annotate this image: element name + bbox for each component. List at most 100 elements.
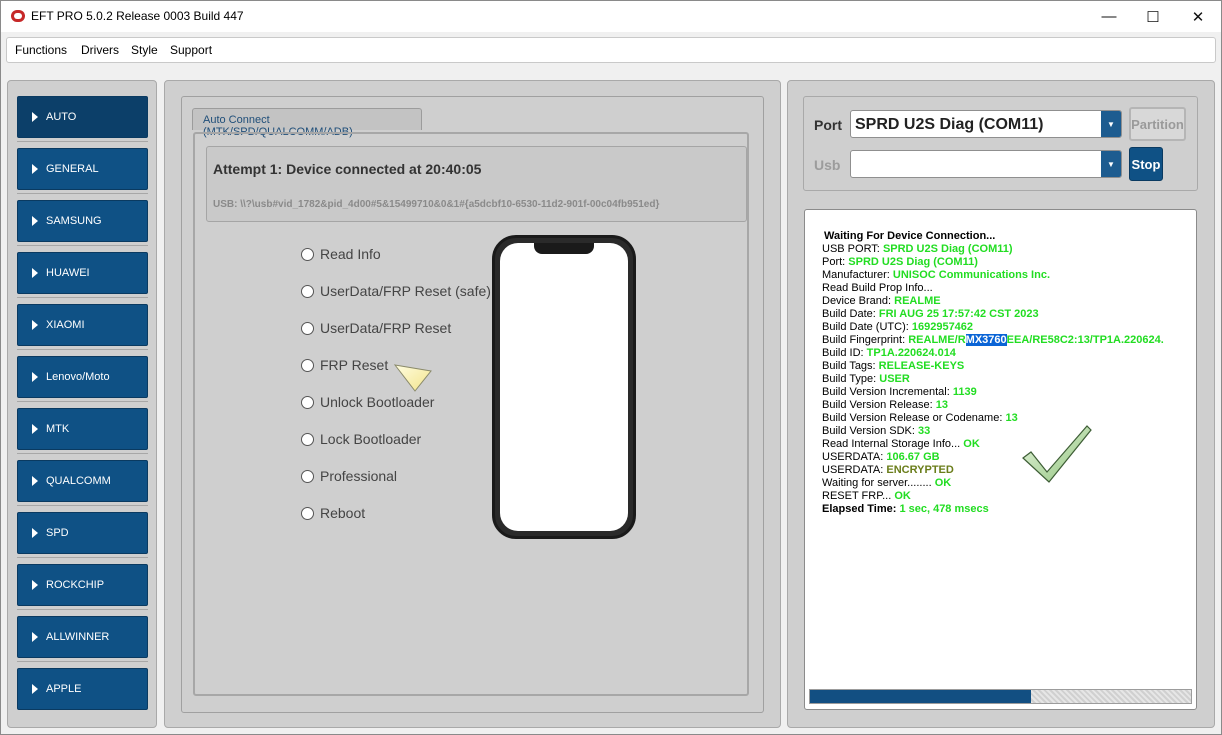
sidebar-item-apple[interactable]: APPLE [17, 668, 148, 710]
option-reboot[interactable]: Reboot [301, 505, 365, 521]
sidebar-item-samsung[interactable]: SAMSUNG [17, 200, 148, 242]
log-label: Build Date (UTC): [822, 321, 912, 333]
sidebar-item-auto[interactable]: AUTO [17, 96, 148, 138]
radio-button[interactable] [301, 469, 314, 483]
log-line: Build Date: FRI AUG 25 17:57:42 CST 2023 [822, 308, 1039, 320]
radio-button[interactable] [301, 395, 314, 409]
option-userdata-frp-reset-safe[interactable]: UserData/FRP Reset (safe) [301, 283, 491, 299]
log-line: Build Date (UTC): 1692957462 [822, 321, 973, 333]
log-label: Build ID: [822, 347, 867, 359]
sidebar-item-label: MTK [46, 423, 70, 435]
port-select[interactable]: SPRD U2S Diag (COM11) ▼ [850, 110, 1122, 138]
log-value: FRI AUG 25 17:57:42 CST 2023 [878, 308, 1039, 320]
log-label: USERDATA: [822, 464, 887, 476]
log-value: 1139 [952, 386, 977, 398]
play-arrow-icon [32, 320, 38, 330]
maximize-button[interactable]: ☐ [1130, 1, 1176, 32]
close-button[interactable]: ✕ [1175, 1, 1221, 32]
sidebar-item-rockchip[interactable]: ROCKCHIP [17, 564, 148, 606]
option-professional[interactable]: Professional [301, 468, 397, 484]
chevron-down-icon[interactable]: ▼ [1101, 151, 1121, 177]
log-label: Build Tags: [822, 360, 879, 372]
log-value: REALME [894, 295, 941, 307]
sidebar-item-qualcomm[interactable]: QUALCOMM [17, 460, 148, 502]
tab-auto-connect[interactable]: Auto Connect (MTK/SPD/QUALCOMM/ADB) [192, 108, 422, 138]
radio-button[interactable] [301, 284, 314, 298]
log-line: Build ID: TP1A.220624.014 [822, 347, 956, 359]
menu-support[interactable]: Support [170, 43, 212, 57]
sidebar-item-label: XIAOMI [46, 319, 85, 331]
partition-button[interactable]: Partition [1129, 107, 1186, 141]
log-label: Build Version Release: [822, 399, 936, 411]
menu-functions[interactable]: Functions [15, 43, 67, 57]
log-value: TP1A.220624.014 [866, 347, 956, 359]
sidebar-item-allwinner[interactable]: ALLWINNER [17, 616, 148, 658]
sidebar-item-label: APPLE [46, 683, 82, 695]
log-line: USERDATA: 106.67 GB [822, 451, 940, 463]
log-value: ENCRYPTED [886, 464, 954, 476]
log-label: Build Date: [822, 308, 879, 320]
log-line: Build Version SDK: 33 [822, 425, 930, 437]
play-arrow-icon [32, 112, 38, 122]
log-value: 1 sec, 478 msecs [899, 503, 989, 515]
play-arrow-icon [32, 424, 38, 434]
option-frp-reset[interactable]: FRP Reset [301, 357, 388, 373]
radio-button[interactable] [301, 358, 314, 372]
log-line: USB PORT: SPRD U2S Diag (COM11) [822, 243, 1013, 255]
port-label: Port [814, 117, 842, 133]
play-arrow-icon [32, 528, 38, 538]
radio-button[interactable] [301, 432, 314, 446]
sidebar-item-label: AUTO [46, 111, 77, 123]
log-line: Waiting For Device Connection... [824, 230, 995, 242]
connection-status-box: Attempt 1: Device connected at 20:40:05 … [206, 146, 747, 222]
option-lock-bootloader[interactable]: Lock Bootloader [301, 431, 421, 447]
log-line: Device Brand: REALME [822, 295, 941, 307]
log-value: 33 [918, 425, 931, 437]
play-arrow-icon [32, 216, 38, 226]
log-line: Waiting for server........ OK [822, 477, 951, 489]
log-selection: MX3760 [965, 334, 1007, 346]
log-label: Waiting for server........ [822, 477, 935, 489]
menu-style[interactable]: Style [131, 43, 158, 57]
radio-button[interactable] [301, 321, 314, 335]
radio-button[interactable] [301, 506, 314, 520]
stop-button[interactable]: Stop [1129, 147, 1163, 181]
log-label: RESET FRP... [822, 490, 895, 502]
log-output: Waiting For Device Connection... USB POR… [804, 209, 1197, 710]
sidebar-item-label: Lenovo/Moto [46, 371, 110, 383]
radio-button[interactable] [301, 247, 314, 261]
play-arrow-icon [32, 372, 38, 382]
divider [17, 141, 148, 142]
phone-illustration [492, 235, 636, 539]
option-userdata-frp-reset[interactable]: UserData/FRP Reset [301, 320, 451, 336]
play-arrow-icon [32, 684, 38, 694]
progress-fill [810, 690, 1031, 703]
option-label: UserData/FRP Reset (safe) [320, 283, 491, 299]
log-label: Build Version Incremental: [822, 386, 953, 398]
sidebar-item-label: GENERAL [46, 163, 99, 175]
sidebar-item-label: HUAWEI [46, 267, 90, 279]
option-read-info[interactable]: Read Info [301, 246, 381, 262]
sidebar-item-label: ROCKCHIP [46, 579, 105, 591]
sidebar-item-mtk[interactable]: MTK [17, 408, 148, 450]
play-arrow-icon [32, 632, 38, 642]
minimize-button[interactable]: — [1086, 1, 1132, 32]
sidebar-item-general[interactable]: GENERAL [17, 148, 148, 190]
option-label: FRP Reset [320, 357, 389, 373]
sidebar-item-lenovo-moto[interactable]: Lenovo/Moto [17, 356, 148, 398]
option-label: Read Info [320, 246, 381, 262]
usb-select[interactable]: ▼ [850, 150, 1122, 178]
menu-drivers[interactable]: Drivers [81, 43, 119, 57]
log-value: USER [879, 373, 910, 385]
log-value: 13 [935, 399, 948, 411]
sidebar-item-xiaomi[interactable]: XIAOMI [17, 304, 148, 346]
divider [17, 297, 148, 298]
log-value: RELEASE-KEYS [878, 360, 965, 372]
log-label: Read Internal Storage Info... [822, 438, 964, 450]
sidebar-item-huawei[interactable]: HUAWEI [17, 252, 148, 294]
chevron-down-icon[interactable]: ▼ [1101, 111, 1121, 137]
divider [17, 661, 148, 662]
option-unlock-bootloader[interactable]: Unlock Bootloader [301, 394, 434, 410]
log-line: Manufacturer: UNISOC Communications Inc. [822, 269, 1050, 281]
sidebar-item-spd[interactable]: SPD [17, 512, 148, 554]
